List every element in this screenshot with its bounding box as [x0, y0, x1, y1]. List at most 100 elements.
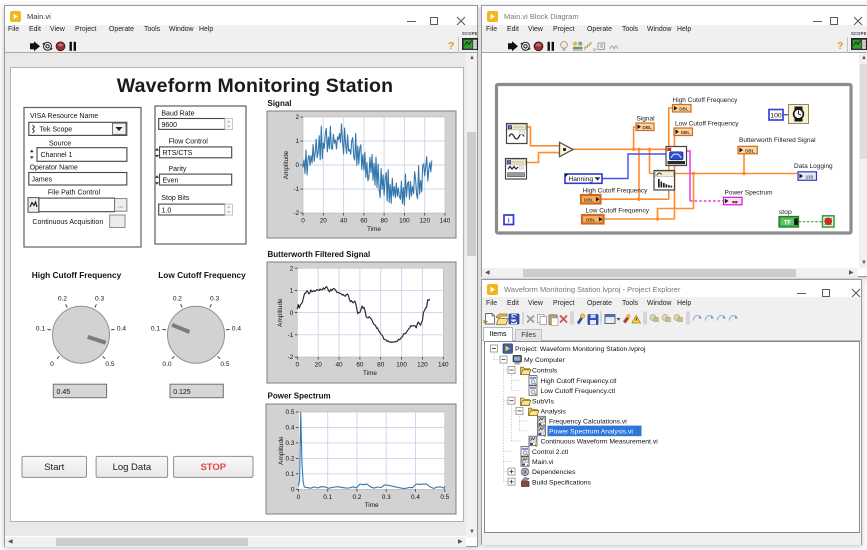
svg-text:Source: Source — [49, 141, 71, 148]
svg-text:Time: Time — [367, 226, 381, 233]
svg-text:0.4: 0.4 — [232, 326, 241, 333]
svg-text:Power Spectrum: Power Spectrum — [268, 392, 331, 401]
svg-text:0.2: 0.2 — [173, 295, 182, 302]
svg-text:DBL: DBL — [586, 217, 596, 222]
svg-text:STOP: STOP — [200, 462, 226, 473]
svg-text:Continuous Waveform Measuremen: Continuous Waveform Measurement.vi — [541, 439, 659, 446]
svg-text:0.5: 0.5 — [220, 361, 229, 368]
svg-text:140: 140 — [440, 218, 451, 225]
svg-text:120: 120 — [417, 362, 428, 369]
svg-text:80: 80 — [381, 218, 389, 225]
svg-text:0: 0 — [297, 494, 301, 501]
svg-text:0.4: 0.4 — [117, 326, 126, 333]
svg-text:Control 2.ctl: Control 2.ctl — [532, 449, 569, 456]
svg-text:James: James — [32, 176, 53, 183]
svg-text:Dependencies: Dependencies — [532, 469, 576, 476]
svg-text:-1: -1 — [293, 186, 299, 193]
svg-text:0: 0 — [295, 162, 299, 169]
svg-text:Channel 1: Channel 1 — [41, 152, 73, 159]
svg-text:0.2: 0.2 — [58, 295, 67, 302]
svg-text:Flow Control: Flow Control — [169, 139, 209, 146]
svg-text:0: 0 — [291, 487, 295, 494]
svg-text:DBL: DBL — [642, 125, 652, 130]
svg-text:1: 1 — [295, 138, 299, 145]
svg-text:Waveform Monitoring Station: Waveform Monitoring Station — [117, 75, 394, 97]
svg-text:0.1: 0.1 — [36, 326, 45, 333]
svg-text:0.4: 0.4 — [411, 494, 420, 501]
svg-text:40: 40 — [340, 218, 348, 225]
svg-text:Frequency Calculations.vi: Frequency Calculations.vi — [549, 419, 627, 426]
svg-text:Butterworth Filtered Signal: Butterworth Filtered Signal — [268, 250, 371, 259]
svg-text:File Path Control: File Path Control — [48, 190, 101, 197]
svg-text:140: 140 — [438, 362, 449, 369]
svg-text:0.5: 0.5 — [105, 361, 114, 368]
svg-text:VISA Resource Name: VISA Resource Name — [30, 113, 98, 120]
svg-text:Power Spectrum: Power Spectrum — [725, 190, 773, 197]
svg-text:Low Cutoff Frequency: Low Cutoff Frequency — [675, 120, 739, 127]
svg-text:120: 120 — [419, 218, 430, 225]
svg-text:0.5: 0.5 — [286, 409, 295, 416]
svg-text:Parity: Parity — [169, 166, 187, 173]
svg-text:i: i — [508, 218, 510, 225]
svg-text:0.2: 0.2 — [353, 494, 362, 501]
svg-text:Signal: Signal — [268, 99, 292, 108]
svg-text:100: 100 — [396, 362, 407, 369]
svg-text:stop: stop — [779, 209, 792, 216]
svg-text:SubVIs: SubVIs — [532, 398, 555, 405]
svg-text:0.1: 0.1 — [286, 471, 295, 478]
svg-text:60: 60 — [360, 218, 368, 225]
svg-text:1: 1 — [290, 288, 294, 295]
svg-text:2: 2 — [290, 265, 294, 272]
svg-text:Time: Time — [363, 370, 377, 377]
svg-text:Even: Even — [163, 177, 179, 184]
svg-text:High Cutoff Frequency: High Cutoff Frequency — [583, 187, 649, 194]
svg-text:DBL: DBL — [681, 130, 691, 135]
svg-text:Amplitude: Amplitude — [283, 150, 290, 179]
svg-text:TF: TF — [784, 221, 792, 227]
svg-text:Low Cutoff Frequency.ctl: Low Cutoff Frequency.ctl — [541, 388, 616, 395]
svg-text:60: 60 — [356, 362, 364, 369]
svg-text:Signal: Signal — [637, 116, 656, 123]
svg-text:High Cutoff Frequency: High Cutoff Frequency — [673, 97, 739, 104]
svg-text:40: 40 — [335, 362, 343, 369]
svg-text:Low Cutoff Frequency: Low Cutoff Frequency — [586, 207, 650, 214]
svg-text:Main.vi: Main.vi — [532, 459, 554, 466]
svg-text:Build Specifications: Build Specifications — [532, 479, 592, 486]
svg-text:DBL: DBL — [745, 148, 755, 153]
svg-text:0.5: 0.5 — [440, 494, 449, 501]
svg-text:0.3: 0.3 — [382, 494, 391, 501]
svg-text:Low Cutoff Frequency: Low Cutoff Frequency — [158, 270, 246, 280]
svg-text:0.3: 0.3 — [210, 295, 219, 302]
svg-text:80: 80 — [377, 362, 385, 369]
svg-text:RTS/CTS: RTS/CTS — [163, 150, 193, 157]
svg-text:Baud Rate: Baud Rate — [161, 111, 194, 118]
svg-text:0.2: 0.2 — [286, 456, 295, 463]
svg-text:Amplitude: Amplitude — [277, 298, 284, 327]
svg-text:Butterworth Filtered Signal: Butterworth Filtered Signal — [739, 137, 816, 144]
svg-text:DBL: DBL — [679, 106, 689, 111]
svg-text:Power Spectrum Analysis.vi: Power Spectrum Analysis.vi — [549, 429, 633, 436]
svg-text:Amplitude: Amplitude — [278, 436, 285, 465]
svg-text:Project: Waveform Monitoring S: Project: Waveform Monitoring Station.lvp… — [515, 346, 646, 353]
svg-text:0.1: 0.1 — [323, 494, 332, 501]
svg-text:High Cutoff Frequency.ctl: High Cutoff Frequency.ctl — [541, 378, 618, 385]
svg-text:Data Logging: Data Logging — [794, 163, 833, 170]
svg-text:DBL: DBL — [584, 197, 594, 202]
svg-text:■■: ■■ — [732, 199, 738, 204]
svg-text:20: 20 — [320, 218, 328, 225]
svg-text:0: 0 — [290, 310, 294, 317]
svg-text:0: 0 — [50, 361, 54, 368]
svg-text:Stop Bits: Stop Bits — [161, 195, 190, 202]
svg-text:...: ... — [118, 203, 124, 210]
svg-text:Time: Time — [365, 502, 379, 509]
svg-text:100: 100 — [770, 113, 782, 120]
svg-text:Analysis: Analysis — [541, 409, 567, 416]
svg-text:Operator Name: Operator Name — [30, 165, 78, 172]
svg-text:-2: -2 — [293, 210, 299, 217]
svg-text:0.3: 0.3 — [286, 440, 295, 447]
svg-text:Controls: Controls — [532, 368, 558, 375]
svg-text:Tek Scope: Tek Scope — [40, 127, 73, 134]
svg-text:2: 2 — [295, 114, 299, 121]
svg-text:0.4: 0.4 — [286, 425, 295, 432]
svg-text:0.45: 0.45 — [57, 389, 71, 396]
